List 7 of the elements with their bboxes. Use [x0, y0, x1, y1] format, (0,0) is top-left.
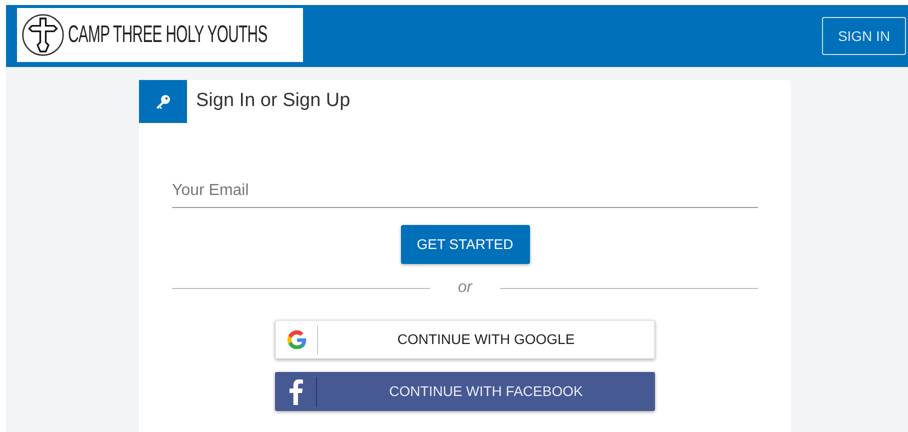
get-started-button[interactable]: GET STARTED: [400, 225, 530, 264]
sign-in-button[interactable]: SIGN IN: [822, 17, 906, 55]
divider-text: or: [456, 278, 474, 298]
google-sign-in-button[interactable]: CONTINUE WITH GOOGLE: [275, 320, 655, 359]
card-title: Sign In or Sign Up: [196, 89, 350, 114]
logo-text: CAMP THREE HOLY YOUTHS: [68, 20, 268, 50]
facebook-sign-in-button[interactable]: CONTINUE WITH FACEBOOK: [275, 372, 655, 411]
